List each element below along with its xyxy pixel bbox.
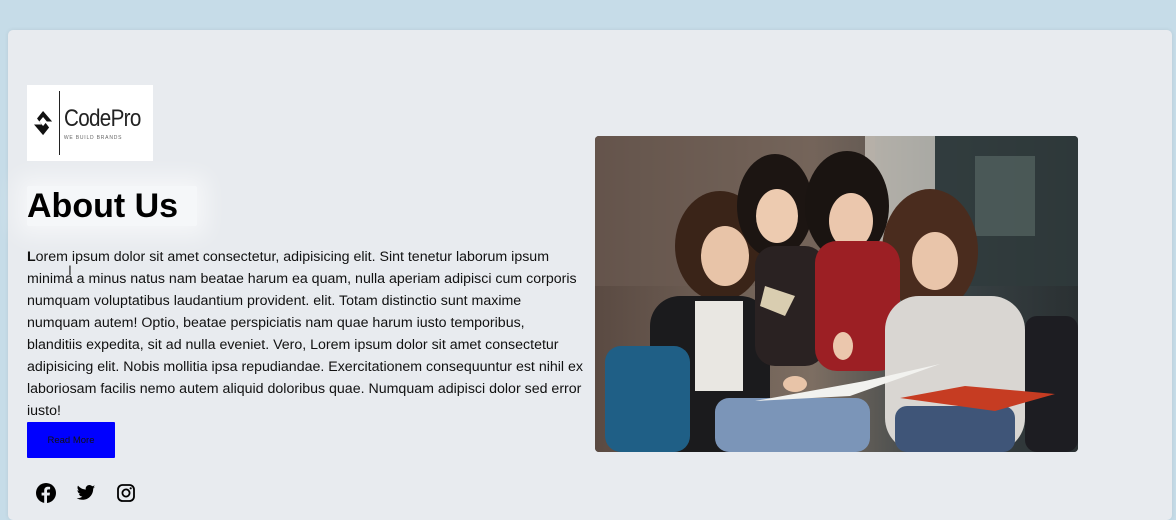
paragraph-first-letter: L bbox=[27, 249, 36, 265]
heading-box: About Us bbox=[27, 186, 197, 226]
twitter-icon[interactable] bbox=[76, 483, 96, 503]
students-reading-photo bbox=[595, 136, 1078, 452]
facebook-icon[interactable] bbox=[36, 483, 56, 503]
text-cursor-icon: I bbox=[68, 262, 72, 278]
about-card: CodePro WE BUILD BRANDS About Us Lorem i… bbox=[8, 30, 1172, 520]
logo-divider bbox=[59, 91, 60, 155]
instagram-icon[interactable] bbox=[116, 483, 136, 503]
logo-brand-name: CodePro bbox=[63, 105, 141, 132]
logo-mark-icon bbox=[34, 110, 53, 136]
social-links bbox=[36, 483, 136, 503]
logo-tagline: WE BUILD BRANDS bbox=[63, 135, 123, 141]
read-more-button[interactable]: Read More bbox=[27, 422, 115, 458]
about-paragraph: Lorem ipsum dolor sit amet consectetur, … bbox=[27, 246, 583, 422]
codepro-logo[interactable]: CodePro WE BUILD BRANDS bbox=[27, 85, 153, 161]
paragraph-text: orem ipsum dolor sit amet consectetur, a… bbox=[27, 249, 583, 419]
page-title: About Us bbox=[27, 187, 179, 225]
